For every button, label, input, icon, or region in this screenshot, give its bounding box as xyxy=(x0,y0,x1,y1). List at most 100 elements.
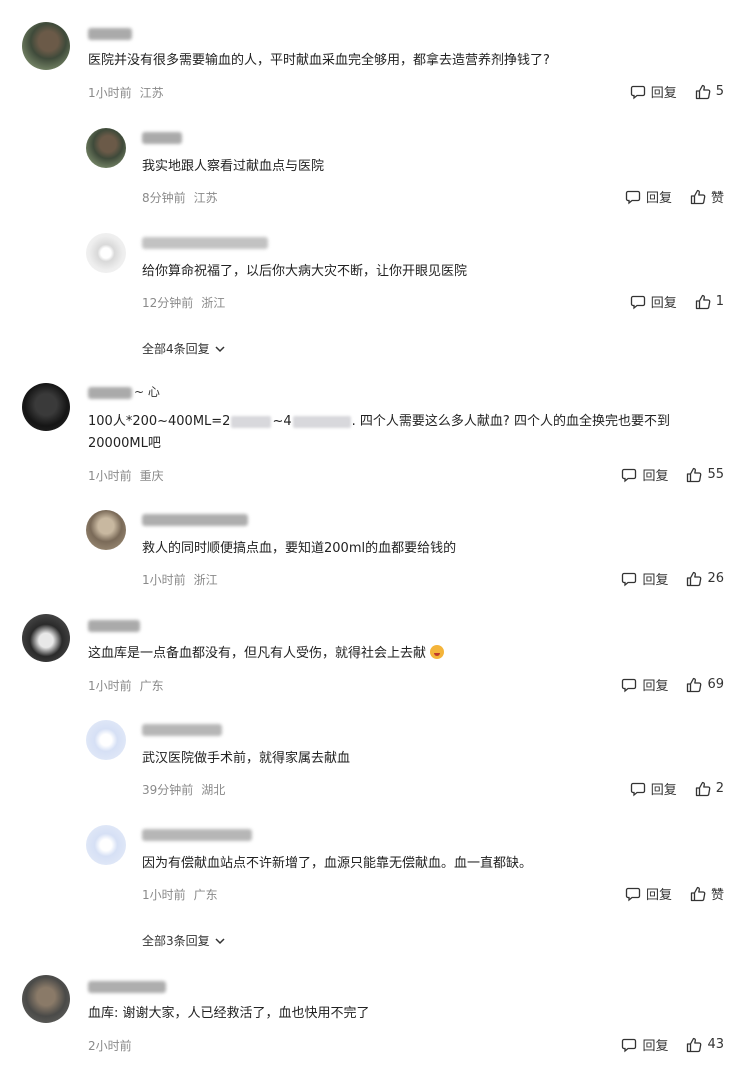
comment-time: 1小时前 xyxy=(88,679,132,693)
username-blurred[interactable] xyxy=(88,981,166,993)
comment-meta: 1小时前 重庆 xyxy=(88,467,164,484)
avatar[interactable] xyxy=(86,720,126,760)
expand-replies-label: 全部3条回复 xyxy=(142,934,210,948)
reply-button[interactable]: 回复 xyxy=(630,779,677,798)
username-blurred[interactable] xyxy=(142,132,182,144)
reply-location: 广东 xyxy=(193,888,218,902)
like-count: 26 xyxy=(707,571,724,586)
reply-text: 因为有偿献血站点不许新增了，血源只能靠无偿献血。血一直都缺。 xyxy=(142,856,533,871)
avatar[interactable] xyxy=(22,383,70,431)
reply-button[interactable]: 回复 xyxy=(621,1035,668,1054)
expand-replies-label: 全部4条回复 xyxy=(142,342,210,356)
avatar[interactable] xyxy=(22,975,70,1023)
redacted-value xyxy=(231,415,272,428)
avatar[interactable] xyxy=(86,510,126,550)
reply-button[interactable]: 回复 xyxy=(621,465,668,484)
username-blurred[interactable] xyxy=(142,724,222,736)
like-button[interactable]: 26 xyxy=(686,571,724,587)
username-blurred[interactable] xyxy=(88,620,140,632)
comment-text: 血库: 谢谢大家，人已经救活了，血也快用不完了 xyxy=(88,1006,370,1021)
reply-button[interactable]: 回复 xyxy=(621,569,668,588)
reply-text: 给你算命祝福了，以后你大病大灾不断，让你开眼见医院 xyxy=(142,264,468,279)
like-count: 43 xyxy=(707,1037,724,1052)
comment-text: 这血库是一点备血都没有，但凡有人受伤，就得社会上去献 xyxy=(88,641,445,666)
comment-bubble-icon xyxy=(630,85,645,99)
like-button[interactable]: 2 xyxy=(695,781,724,797)
username-blurred[interactable] xyxy=(142,237,268,249)
reply-button[interactable]: 回复 xyxy=(625,187,672,206)
username-blurred[interactable] xyxy=(88,387,132,399)
like-button[interactable]: 赞 xyxy=(690,884,724,903)
like-count: 赞 xyxy=(710,888,724,903)
avatar[interactable] xyxy=(86,825,126,865)
comment-text: 医院并没有很多需要输血的人，平时献血采血完全够用，都拿去造营养剂挣钱了? xyxy=(88,53,550,68)
thumbs-up-icon xyxy=(687,571,702,586)
reply-label: 回复 xyxy=(645,191,672,206)
comment-text-part: ~4 xyxy=(272,414,292,429)
like-count: 1 xyxy=(715,294,724,309)
comment-bubble-icon xyxy=(630,782,645,796)
username-blurred[interactable] xyxy=(88,28,132,40)
like-count: 69 xyxy=(707,677,724,692)
reply-location: 江苏 xyxy=(193,191,218,205)
reply-meta: 8分钟前 江苏 xyxy=(142,189,218,206)
avatar[interactable] xyxy=(86,128,126,168)
thumbs-up-icon xyxy=(695,781,711,796)
reply-actions: 回复 2 xyxy=(630,779,724,798)
comment-bubble-icon xyxy=(622,468,637,482)
thumbs-up-icon xyxy=(695,294,711,309)
reply-meta: 1小时前 广东 xyxy=(142,886,218,903)
like-count: 2 xyxy=(715,781,724,796)
like-button[interactable]: 43 xyxy=(686,1037,724,1053)
reply-label: 回复 xyxy=(645,888,672,903)
reply-actions: 回复 26 xyxy=(621,569,724,588)
avatar[interactable] xyxy=(22,22,70,70)
reply-button[interactable]: 回复 xyxy=(625,884,672,903)
like-button[interactable]: 55 xyxy=(686,467,724,483)
reply-text: 武汉医院做手术前，就得家属去献血 xyxy=(142,751,351,766)
reply-meta: 1小时前 浙江 xyxy=(142,571,218,588)
comment-bubble-icon xyxy=(625,190,641,204)
like-button[interactable]: 69 xyxy=(686,677,724,693)
comment-text-part: 100人*200~400ML=2 xyxy=(88,414,231,429)
redacted-value xyxy=(292,415,351,428)
avatar[interactable] xyxy=(22,614,70,662)
comment-text-part: 这血库是一点备血都没有，但凡有人受伤，就得社会上去献 xyxy=(88,646,427,661)
comment-meta: 1小时前 江苏 xyxy=(88,84,164,101)
comment-bubble-icon xyxy=(630,295,645,309)
thumbs-up-icon xyxy=(690,189,706,204)
chevron-down-icon xyxy=(215,937,225,944)
emoji-icon xyxy=(430,645,445,659)
reply-button[interactable]: 回复 xyxy=(630,292,677,311)
comment-time: 1小时前 xyxy=(88,469,132,483)
reply-meta: 12分钟前 浙江 xyxy=(142,294,225,311)
expand-replies-button[interactable]: 全部4条回复 xyxy=(142,340,226,357)
comment-location: 江苏 xyxy=(139,86,164,100)
reply-label: 回复 xyxy=(650,783,677,798)
reply-time: 1小时前 xyxy=(142,888,186,902)
username-blurred[interactable] xyxy=(142,829,252,841)
reply-text: 我实地跟人察看过献血点与医院 xyxy=(142,159,325,174)
expand-replies-button[interactable]: 全部3条回复 xyxy=(142,932,226,949)
reply-button[interactable]: 回复 xyxy=(630,82,677,101)
thumbs-up-icon xyxy=(687,1037,702,1052)
thumbs-up-icon xyxy=(687,467,702,482)
like-count: 赞 xyxy=(710,191,724,206)
comment-meta: 2小时前 xyxy=(88,1037,132,1054)
like-button[interactable]: 5 xyxy=(695,84,724,100)
reply-actions: 回复 赞 xyxy=(625,884,724,903)
like-button[interactable]: 1 xyxy=(695,294,724,310)
reply-meta: 39分钟前 湖北 xyxy=(142,781,225,798)
comment-text-part: . 四个人需要这么多人献血? 四个人的血全换完也要不到 xyxy=(351,414,670,429)
reply-label: 回复 xyxy=(642,469,669,484)
avatar[interactable] xyxy=(86,233,126,273)
reply-actions: 回复 1 xyxy=(630,292,724,311)
like-button[interactable]: 赞 xyxy=(690,187,724,206)
comment-text: 100人*200~400ML=2 ~4 . 四个人需要这么多人献血? 四个人的血全换… xyxy=(88,409,670,434)
reply-time: 12分钟前 xyxy=(142,296,194,310)
chevron-down-icon xyxy=(215,345,225,352)
reply-button[interactable]: 回复 xyxy=(621,675,668,694)
comment-time: 2小时前 xyxy=(88,1039,132,1053)
username-blurred[interactable] xyxy=(142,514,248,526)
reply-time: 1小时前 xyxy=(142,573,186,587)
